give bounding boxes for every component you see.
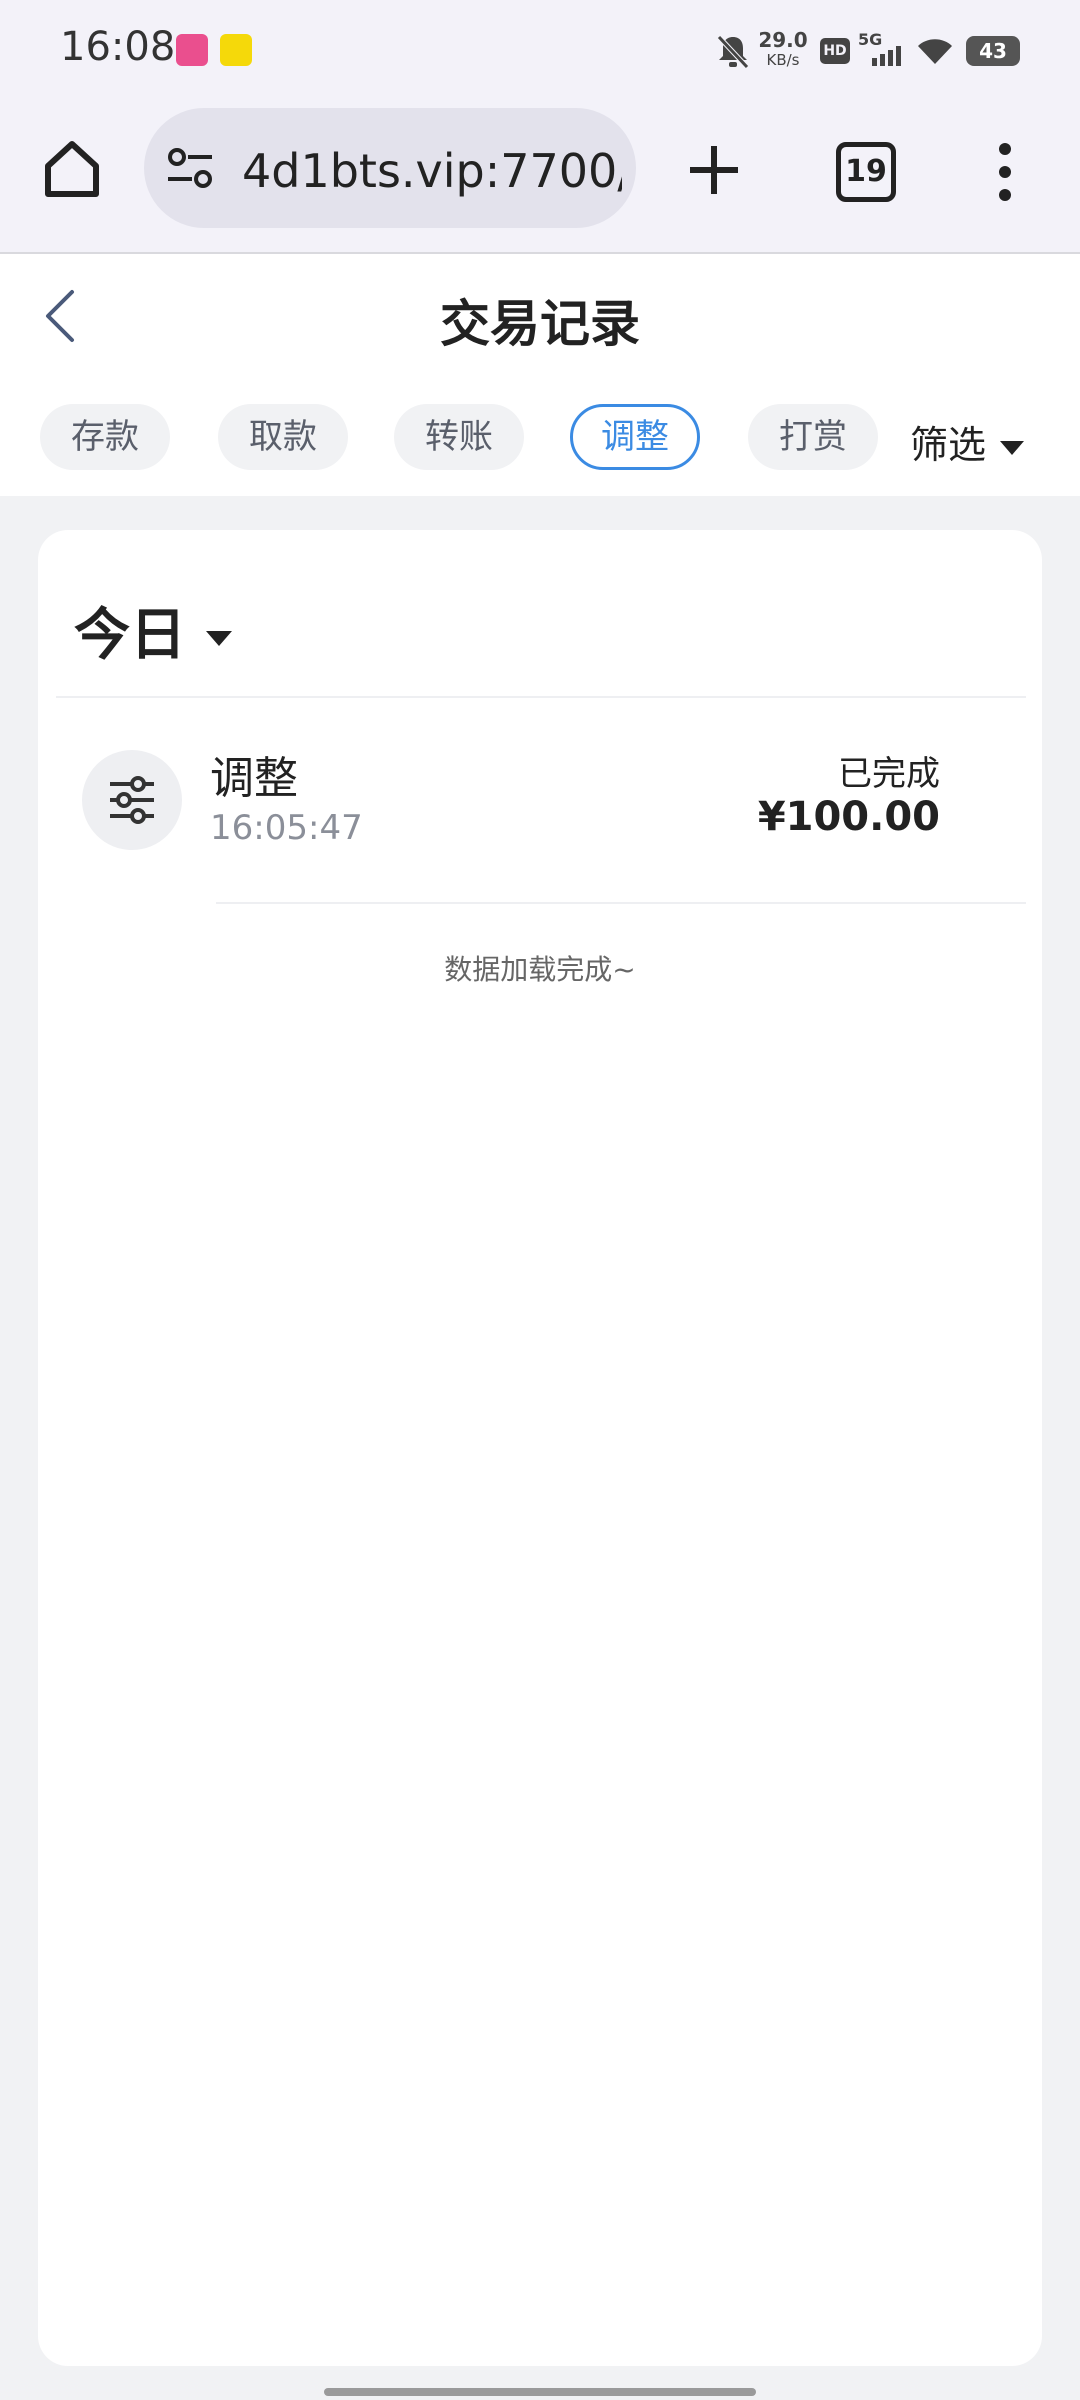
- record-amount: ¥100.00: [757, 794, 940, 840]
- new-tab-icon[interactable]: [686, 142, 742, 198]
- tab-adjustment[interactable]: 调整: [570, 404, 700, 470]
- signal-icon: [872, 46, 901, 66]
- records-card: 今日 调整 16:05:47 已完成 ¥100.00 数据加载完成~: [38, 530, 1042, 2366]
- record-time: 16:05:47: [210, 808, 363, 848]
- address-bar[interactable]: 4d1bts.vip:7700/r: [144, 108, 636, 228]
- record-type: 调整: [210, 753, 298, 804]
- home-icon[interactable]: [40, 136, 104, 200]
- tab-withdraw[interactable]: 取款: [218, 404, 348, 470]
- gesture-bar[interactable]: [324, 2388, 756, 2396]
- page-title: 交易记录: [440, 295, 640, 353]
- tab-transfer[interactable]: 转账: [394, 404, 524, 470]
- net-speed: 29.0 KB/s: [758, 28, 808, 69]
- filter-dropdown[interactable]: 筛选: [910, 414, 1025, 469]
- status-bar: 16:08 29.0 KB/s HD 5G 43: [0, 0, 1080, 100]
- hd-badge: HD: [820, 38, 850, 64]
- url-text[interactable]: 4d1bts.vip:7700/r: [242, 144, 622, 198]
- adjustment-icon: [110, 776, 154, 824]
- load-complete-text: 数据加载完成~: [444, 953, 636, 986]
- tab-switcher-button[interactable]: 19: [836, 142, 896, 202]
- date-range-label: 今日: [74, 603, 186, 668]
- site-settings-icon[interactable]: [166, 146, 214, 190]
- bell-muted-icon: [717, 35, 749, 69]
- filter-tabs: 存款 取款 转账 调整 打赏 筛选: [0, 378, 1080, 496]
- divider: [216, 902, 1026, 904]
- wifi-icon: [918, 39, 952, 64]
- tab-deposit[interactable]: 存款: [40, 404, 170, 470]
- filter-label: 筛选: [910, 423, 987, 467]
- battery-icon: 43: [966, 36, 1020, 66]
- tab-reward[interactable]: 打赏: [748, 404, 878, 470]
- date-range-selector[interactable]: 今日: [74, 590, 232, 671]
- caret-down-icon: [1000, 440, 1025, 455]
- more-menu-icon[interactable]: [998, 142, 1012, 202]
- app-notification-icon: [220, 34, 252, 66]
- record-status: 已完成: [838, 754, 940, 794]
- battery-level: 43: [979, 39, 1007, 63]
- sliders-icon: [82, 750, 182, 850]
- browser-toolbar: 4d1bts.vip:7700/r 19: [0, 100, 1080, 254]
- status-time: 16:08: [60, 24, 176, 70]
- record-row[interactable]: 调整 16:05:47 已完成 ¥100.00: [38, 698, 1042, 898]
- page-header: 交易记录: [0, 254, 1080, 378]
- caret-down-icon: [206, 631, 232, 647]
- app-notification-icon: [176, 34, 208, 66]
